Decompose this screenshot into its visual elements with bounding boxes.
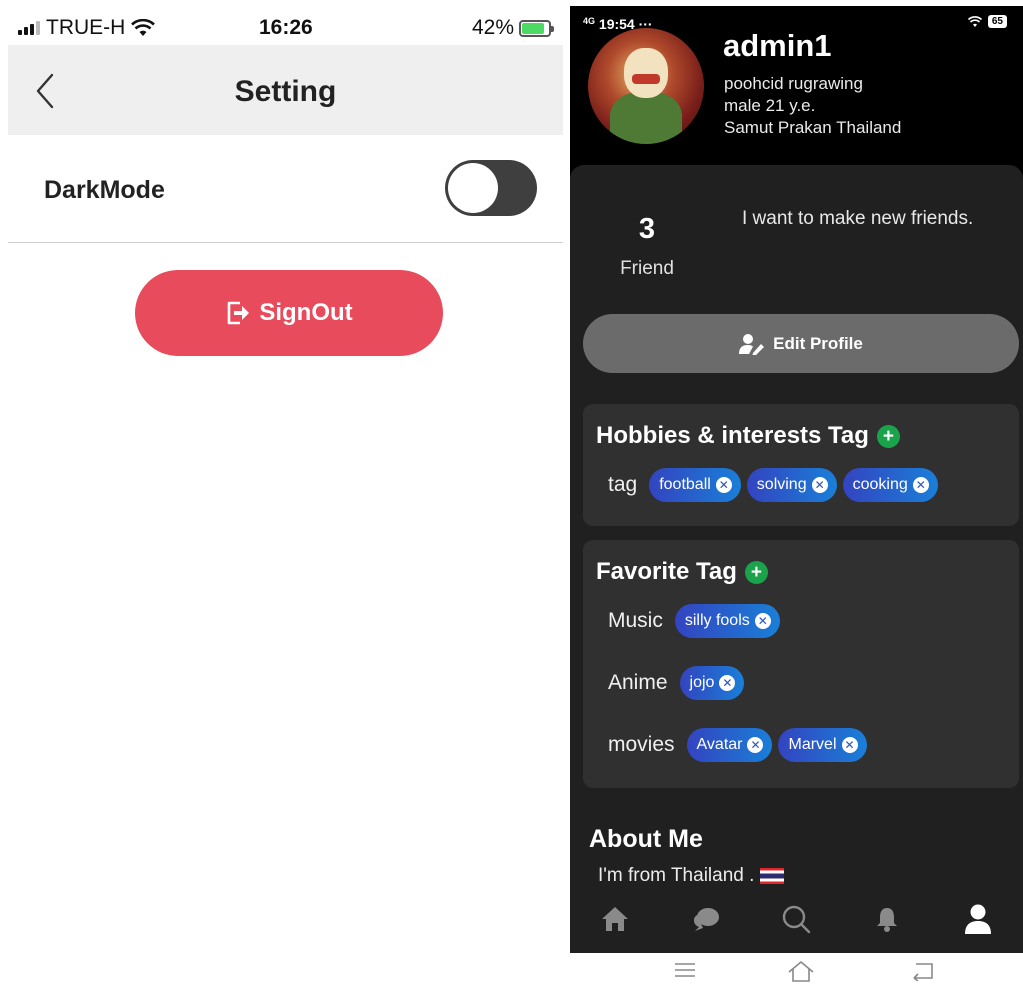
remove-tag-icon[interactable]: ✕ <box>912 477 929 493</box>
chat-icon <box>693 908 719 931</box>
hobbies-title-text: Hobbies & interests Tag <box>596 422 869 449</box>
edit-profile-button[interactable]: Edit Profile <box>583 314 1019 373</box>
battery-icon <box>519 19 555 37</box>
battery-icon: 65 <box>987 15 1007 28</box>
tag-chip[interactable]: silly fools ✕ <box>674 604 780 638</box>
wifi-icon <box>967 15 982 27</box>
remove-tag-icon[interactable]: ✕ <box>715 477 732 493</box>
signout-button[interactable]: SignOut <box>135 270 443 356</box>
about-text: I'm from Thailand . <box>598 865 785 887</box>
favorite-group-music: Music silly fools ✕ <box>608 604 780 638</box>
tab-home[interactable] <box>595 899 635 939</box>
profile-age-gender: male 21 y.e. <box>724 96 816 115</box>
add-hobby-icon[interactable]: + <box>876 424 900 448</box>
tab-bar <box>570 885 1023 953</box>
tag-chip[interactable]: jojo ✕ <box>679 666 745 700</box>
tab-notifications[interactable] <box>867 899 907 939</box>
remove-tag-icon[interactable]: ✕ <box>719 675 736 691</box>
tag-chip[interactable]: solving ✕ <box>746 468 837 502</box>
darkmode-label: DarkMode <box>44 176 165 204</box>
friend-count[interactable]: 3 <box>570 213 724 246</box>
friend-label: Friend <box>620 258 674 279</box>
hobbies-tag-label: tag <box>608 473 638 496</box>
back-nav-icon[interactable] <box>910 959 936 981</box>
menu-icon[interactable] <box>673 959 697 981</box>
settings-screen: TRUE-H 16:26 42% Setting DarkMode SignOu… <box>0 0 563 988</box>
home-nav-icon[interactable] <box>786 959 816 983</box>
status-bar: TRUE-H 16:26 42% <box>0 0 563 45</box>
remove-tag-icon[interactable]: ✕ <box>841 737 858 753</box>
nav-bar: Setting <box>8 45 563 135</box>
battery-percent: 42% <box>472 16 515 39</box>
darkmode-toggle[interactable] <box>445 160 537 216</box>
tag-chip-label: solving <box>756 476 807 493</box>
tab-profile[interactable] <box>958 899 998 939</box>
toggle-knob <box>448 163 498 213</box>
hobbies-title: Hobbies & interests Tag + <box>596 422 900 450</box>
signout-icon <box>228 301 250 325</box>
signal-icon <box>18 21 40 35</box>
wifi-icon <box>131 19 156 36</box>
favorite-group-label: movies <box>608 733 675 756</box>
page-title: Setting <box>234 75 337 108</box>
tag-chip-label: Avatar <box>696 736 743 753</box>
tag-chip[interactable]: Marvel ✕ <box>778 728 867 762</box>
tag-chip-label: jojo <box>689 674 715 691</box>
edit-profile-label: Edit Profile <box>773 333 863 353</box>
remove-tag-icon[interactable]: ✕ <box>747 737 764 753</box>
favorite-group-label: Anime <box>608 671 668 694</box>
search-icon <box>783 905 811 934</box>
darkmode-row: DarkMode <box>8 135 563 243</box>
status-time: 16:26 <box>259 16 313 39</box>
favorite-group-anime: Anime jojo ✕ <box>608 666 745 700</box>
profile-icon <box>964 904 991 934</box>
battery-status: 42% <box>472 16 555 40</box>
profile-username: admin1 <box>723 28 832 63</box>
tag-chip[interactable]: football ✕ <box>649 468 741 502</box>
profile-info: poohcid rugrawing male 21 y.e. Samut Pra… <box>724 73 901 139</box>
avatar[interactable] <box>588 28 704 144</box>
favorite-group-label: Music <box>608 609 663 632</box>
system-nav-bar <box>570 953 1023 988</box>
carrier-name: TRUE-H <box>46 16 126 39</box>
avatar-body <box>610 92 682 144</box>
bell-icon <box>877 908 898 932</box>
status-right: 65 <box>967 15 1007 28</box>
favorite-group-movies: movies Avatar ✕ Marvel ✕ <box>608 728 867 762</box>
carrier-info: TRUE-H <box>18 16 156 40</box>
tab-chat[interactable] <box>686 899 726 939</box>
network-type: 4G <box>583 16 596 26</box>
favorite-title-text: Favorite Tag <box>596 558 737 585</box>
avatar-face <box>624 48 668 98</box>
profile-screen: 4G 19:54 ··· 65 admin1 poohcid rugrawing… <box>570 6 1023 988</box>
profile-full-name: poohcid rugrawing <box>724 74 863 93</box>
tag-chip-label: Marvel <box>788 736 837 753</box>
remove-tag-icon[interactable]: ✕ <box>754 613 771 629</box>
remove-tag-icon[interactable]: ✕ <box>811 477 828 493</box>
user-edit-icon <box>739 333 765 355</box>
favorite-card: Favorite Tag + Music silly fools ✕ Anime … <box>583 540 1019 788</box>
profile-location: Samut Prakan Thailand <box>724 118 902 137</box>
tag-chip-label: cooking <box>852 476 908 493</box>
signout-label: SignOut <box>259 299 353 326</box>
tab-search[interactable] <box>776 899 816 939</box>
favorite-title: Favorite Tag + <box>596 558 768 586</box>
about-title: About Me <box>589 825 703 853</box>
about-text-content: I'm from Thailand . <box>598 865 755 886</box>
home-icon <box>602 907 629 931</box>
add-favorite-icon[interactable]: + <box>744 560 768 584</box>
tag-chip-label: football <box>659 476 711 493</box>
tag-chip[interactable]: Avatar ✕ <box>686 728 773 762</box>
tag-chip[interactable]: cooking ✕ <box>842 468 938 502</box>
thailand-flag-icon <box>760 868 785 884</box>
hobbies-tag-row: tag football ✕ solving ✕ cooking ✕ <box>608 468 938 502</box>
tag-chip-label: silly fools <box>684 612 750 629</box>
hobbies-card: Hobbies & interests Tag + tag football ✕ … <box>583 404 1019 526</box>
profile-bio: I want to make new friends. <box>742 208 974 229</box>
